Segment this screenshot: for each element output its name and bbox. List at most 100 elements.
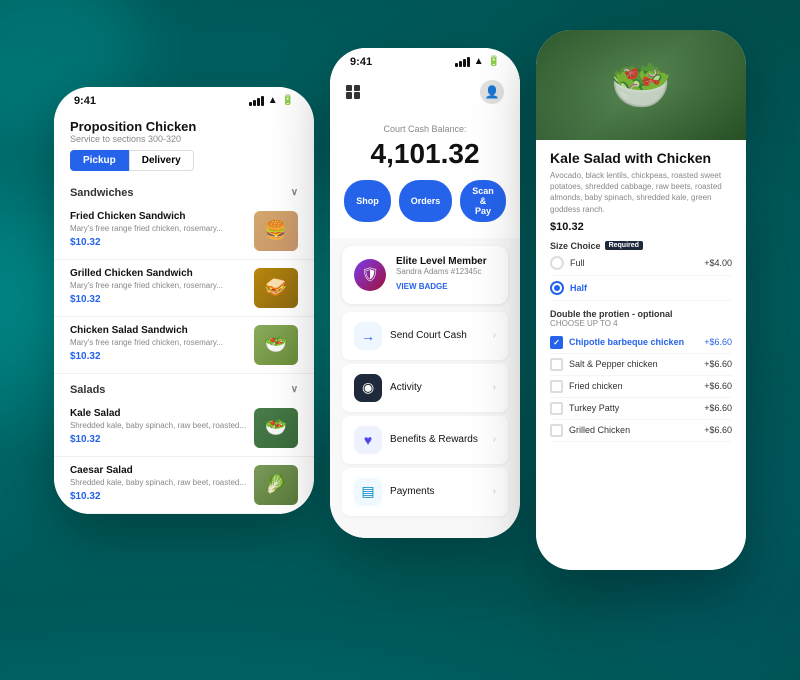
orders-button[interactable]: Orders bbox=[399, 180, 453, 222]
phone-detail: 🥗 9:41 ▲ 🔋 Kale Salad with Chicken Avoca… bbox=[536, 30, 746, 570]
item-desc: Mary's free range fried chicken, rosemar… bbox=[70, 281, 246, 291]
activity-item[interactable]: ◉ Activity › bbox=[342, 364, 508, 412]
size-full-option[interactable]: Full +$4.00 bbox=[550, 251, 732, 276]
sandwiches-section-header[interactable]: Sandwiches ∨ bbox=[54, 177, 314, 203]
size-half-option[interactable]: Half bbox=[550, 276, 732, 301]
size-half-radio[interactable] bbox=[550, 281, 564, 295]
item-price: $10.32 bbox=[70, 294, 246, 305]
activity-chevron-icon: › bbox=[493, 382, 496, 393]
protein-grilled-option[interactable]: Grilled Chicken +$6.60 bbox=[550, 420, 732, 442]
activity-label: Activity bbox=[390, 382, 485, 393]
view-badge-button[interactable]: VIEW BADGE bbox=[396, 282, 448, 291]
phone-menu: 9:41 ▲ 🔋 Proposition Chicken Service to … bbox=[54, 87, 314, 514]
item-price: $10.32 bbox=[70, 434, 246, 445]
pickup-delivery-toggle[interactable]: Pickup Delivery bbox=[70, 150, 298, 171]
status-time-1: 9:41 bbox=[74, 95, 96, 107]
salads-chevron-icon: ∨ bbox=[291, 384, 298, 395]
protein-chipotle-price: +$6.60 bbox=[704, 337, 732, 347]
status-bar-2: 9:41 ▲ 🔋 bbox=[330, 48, 520, 72]
member-badge-icon: 🛡 bbox=[354, 259, 386, 291]
item-name: Kale Salad bbox=[70, 408, 246, 419]
wallet-header: 👤 bbox=[330, 72, 520, 112]
required-badge: Required bbox=[605, 241, 643, 250]
status-time-2: 9:41 bbox=[350, 56, 372, 68]
protein-grilled-label: Grilled Chicken bbox=[569, 425, 630, 435]
item-image: 🍔 bbox=[254, 211, 298, 251]
payments-icon: ▤ bbox=[354, 478, 382, 506]
item-name: Chicken Salad Sandwich bbox=[70, 325, 246, 336]
protein-fried-option[interactable]: Fried chicken +$6.60 bbox=[550, 376, 732, 398]
protein-turkey-price: +$6.60 bbox=[704, 403, 732, 413]
scan-pay-button[interactable]: Scan & Pay bbox=[460, 180, 506, 222]
send-cash-chevron-icon: › bbox=[493, 330, 496, 341]
pickup-button[interactable]: Pickup bbox=[70, 150, 129, 171]
wifi-icon: ▲ bbox=[268, 95, 278, 106]
sandwiches-label: Sandwiches bbox=[70, 187, 134, 199]
benefits-rewards-item[interactable]: ♥ Benefits & Rewards › bbox=[342, 416, 508, 464]
payments-label: Payments bbox=[390, 486, 485, 497]
protein-subtitle: CHOOSE UP TO 4 bbox=[550, 319, 732, 328]
activity-icon: ◉ bbox=[354, 374, 382, 402]
list-item[interactable]: Grilled Chicken Sandwich Mary's free ran… bbox=[54, 260, 314, 317]
send-cash-icon: → bbox=[354, 322, 382, 350]
balance-amount: 4,101.32 bbox=[346, 138, 504, 170]
salads-section-header[interactable]: Salads ∨ bbox=[54, 374, 314, 400]
protein-fried-price: +$6.60 bbox=[704, 381, 732, 391]
list-item[interactable]: Chicken Salad Sandwich Mary's free range… bbox=[54, 317, 314, 374]
item-image: 🥬 bbox=[254, 465, 298, 505]
protein-fried-checkbox[interactable] bbox=[550, 380, 563, 393]
item-price: $10.32 bbox=[70, 491, 246, 502]
item-name: Fried Chicken Sandwich bbox=[70, 211, 246, 222]
payments-item[interactable]: ▤ Payments › bbox=[342, 468, 508, 516]
protein-title: Double the protien - optional bbox=[550, 309, 673, 319]
protein-turkey-checkbox[interactable] bbox=[550, 402, 563, 415]
size-full-price: +$4.00 bbox=[704, 258, 732, 268]
wifi-icon-2: ▲ bbox=[474, 56, 484, 67]
app-header: Proposition Chicken Service to sections … bbox=[54, 111, 314, 177]
protein-grilled-checkbox[interactable] bbox=[550, 424, 563, 437]
size-choice-section: Size Choice Required Full +$4.00 bbox=[550, 241, 732, 301]
protein-salt-option[interactable]: Salt & Pepper chicken +$6.60 bbox=[550, 354, 732, 376]
balance-section: Court Cash Balance: 4,101.32 Shop Orders… bbox=[330, 112, 520, 238]
item-image: 🥗 bbox=[254, 408, 298, 448]
phone-wallet: 9:41 ▲ 🔋 👤 Court Cash bbox=[330, 48, 520, 538]
food-hero-image: 🥗 bbox=[536, 30, 746, 140]
shop-button[interactable]: Shop bbox=[344, 180, 391, 222]
app-title: Proposition Chicken bbox=[70, 119, 298, 134]
item-desc: Mary's free range fried chicken, rosemar… bbox=[70, 224, 246, 234]
send-court-cash-item[interactable]: → Send Court Cash › bbox=[342, 312, 508, 360]
status-icons-2: ▲ 🔋 bbox=[455, 56, 500, 67]
protein-salt-checkbox[interactable] bbox=[550, 358, 563, 371]
list-item[interactable]: Fried Chicken Sandwich Mary's free range… bbox=[54, 203, 314, 260]
signal-icon-2 bbox=[455, 57, 470, 67]
status-bar-1: 9:41 ▲ 🔋 bbox=[54, 87, 314, 111]
protein-turkey-option[interactable]: Turkey Patty +$6.60 bbox=[550, 398, 732, 420]
size-full-label: Full bbox=[570, 258, 585, 268]
sandwiches-chevron-icon: ∨ bbox=[291, 187, 298, 198]
item-price: $10.32 bbox=[70, 237, 246, 248]
item-desc: Shredded kale, baby spinach, raw beet, r… bbox=[70, 421, 246, 431]
protein-chipotle-option[interactable]: ✓ Chipotle barbeque chicken +$6.60 bbox=[550, 332, 732, 354]
item-image: 🥪 bbox=[254, 268, 298, 308]
battery-icon-2: 🔋 bbox=[488, 56, 500, 67]
protein-salt-price: +$6.60 bbox=[704, 359, 732, 369]
size-choice-label: Size Choice bbox=[550, 241, 601, 251]
delivery-button[interactable]: Delivery bbox=[129, 150, 194, 171]
item-name: Caesar Salad bbox=[70, 465, 246, 476]
protein-chipotle-label: Chipotle barbeque chicken bbox=[569, 337, 684, 347]
protein-chipotle-checkbox[interactable]: ✓ bbox=[550, 336, 563, 349]
detail-description: Avocado, black lentils, chickpeas, roast… bbox=[550, 170, 732, 215]
salads-label: Salads bbox=[70, 384, 105, 396]
list-item[interactable]: Caesar Salad Shredded kale, baby spinach… bbox=[54, 457, 314, 514]
list-item[interactable]: Kale Salad Shredded kale, baby spinach, … bbox=[54, 400, 314, 457]
item-name: Grilled Chicken Sandwich bbox=[70, 268, 246, 279]
item-desc: Mary's free range fried chicken, rosemar… bbox=[70, 338, 246, 348]
member-name: Sandra Adams #12345c bbox=[396, 267, 496, 276]
grid-menu-icon[interactable] bbox=[346, 85, 360, 99]
avatar[interactable]: 👤 bbox=[480, 80, 504, 104]
detail-title: Kale Salad with Chicken bbox=[550, 150, 732, 166]
item-price: $10.32 bbox=[70, 351, 246, 362]
benefits-icon: ♥ bbox=[354, 426, 382, 454]
size-full-radio[interactable] bbox=[550, 256, 564, 270]
status-icons-1: ▲ 🔋 bbox=[249, 95, 294, 106]
